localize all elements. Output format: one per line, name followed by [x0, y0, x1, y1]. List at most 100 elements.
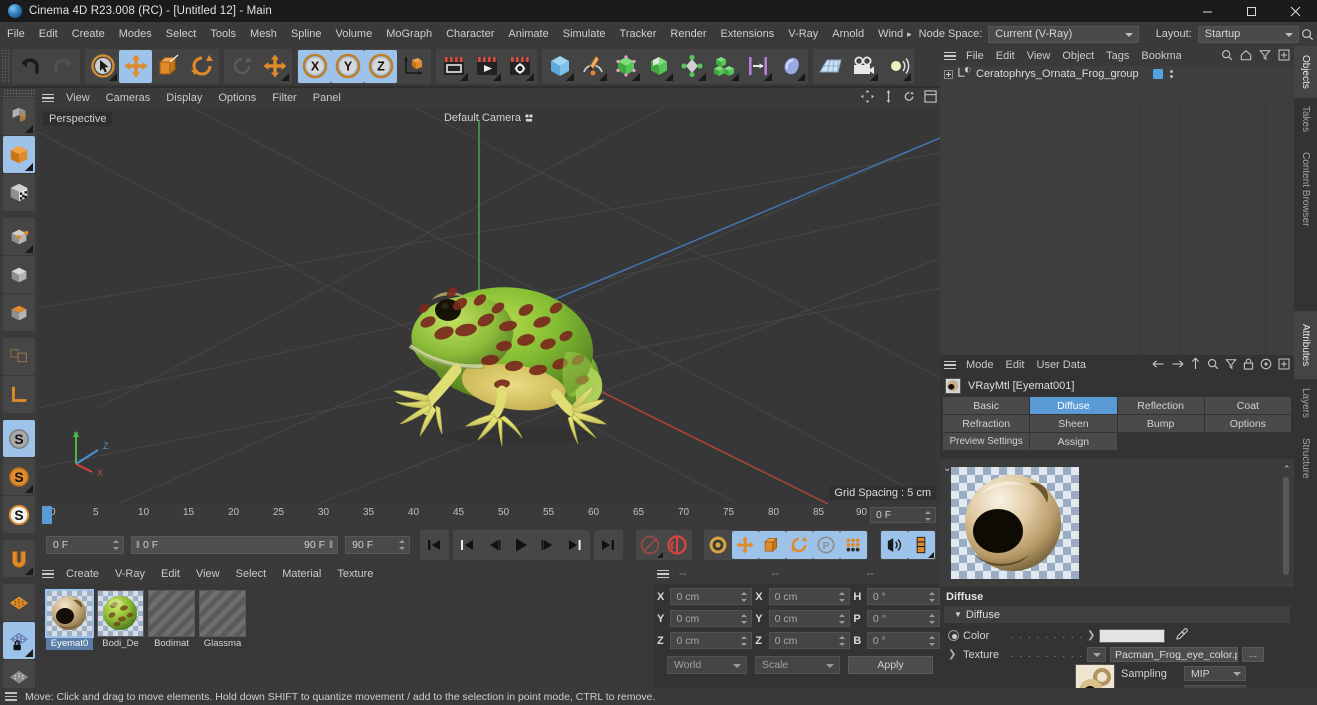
forward-arrow-icon[interactable]: [1171, 358, 1184, 373]
menu-tracker[interactable]: Tracker: [613, 22, 664, 46]
dynamic-place-tool[interactable]: [258, 50, 291, 83]
attr-menu-user-data[interactable]: User Data: [1031, 355, 1093, 375]
add-generator-button[interactable]: [609, 50, 642, 83]
material-preview-image[interactable]: [951, 467, 1079, 579]
record-active-objects-button[interactable]: [705, 531, 732, 559]
coordinate-system-select[interactable]: World: [667, 655, 747, 674]
vtab-objects[interactable]: Objects: [1294, 46, 1317, 98]
material-item-eyemat[interactable]: Eyemat0: [46, 590, 93, 650]
search-icon[interactable]: [1207, 358, 1219, 373]
coord-spinner[interactable]: [839, 635, 847, 647]
point-level-animation-button[interactable]: [839, 531, 867, 559]
coord-input-pos-y[interactable]: 0 cm: [670, 610, 753, 627]
render-settings-button[interactable]: [503, 50, 536, 83]
go-to-end-button[interactable]: [595, 531, 622, 559]
parameter-key-button[interactable]: P: [812, 531, 840, 559]
tab-preview-settings[interactable]: Preview Settings: [943, 433, 1030, 450]
material-item-glassma[interactable]: Glassma: [199, 590, 246, 650]
coord-spinner[interactable]: [929, 613, 937, 625]
tool-snap-magnet[interactable]: [3, 540, 35, 577]
tool-undo-view[interactable]: [3, 98, 35, 135]
object-manager-menu-icon[interactable]: [940, 51, 960, 61]
texture-browse-button[interactable]: ...: [1242, 647, 1264, 662]
add-icon[interactable]: [1278, 49, 1290, 64]
add-floor-button[interactable]: [814, 50, 847, 83]
material-menu-vray[interactable]: V-Ray: [107, 564, 153, 584]
object-menu-view[interactable]: View: [1021, 46, 1057, 66]
menu-file[interactable]: File: [0, 22, 32, 46]
tool-model-mode[interactable]: [3, 136, 35, 173]
texture-expand-arrow-icon[interactable]: ❯: [948, 649, 959, 660]
object-menu-bookmarks[interactable]: Bookmarks: [1135, 46, 1181, 66]
tool-texture-mode[interactable]: [3, 174, 35, 211]
current-frame-spinner[interactable]: [112, 539, 121, 551]
menu-volume[interactable]: Volume: [329, 22, 380, 46]
toolbar-grip[interactable]: [1, 49, 10, 83]
home-icon[interactable]: [1240, 49, 1252, 64]
tab-refraction[interactable]: Refraction: [943, 415, 1030, 432]
go-to-next-key-button[interactable]: [562, 531, 589, 559]
scrollbar-thumb[interactable]: [1283, 477, 1289, 575]
left-toolbar-grip[interactable]: [3, 89, 35, 97]
rotate-tool[interactable]: [185, 50, 218, 83]
close-button[interactable]: [1273, 0, 1317, 22]
position-key-button[interactable]: [731, 531, 759, 559]
render-to-picture-viewer-button[interactable]: [470, 50, 503, 83]
add-mograph-button[interactable]: [708, 50, 741, 83]
step-forward-button[interactable]: [535, 531, 562, 559]
rotate-disabled-tool[interactable]: [225, 50, 258, 83]
apply-button[interactable]: Apply: [848, 655, 933, 674]
end-frame-spinner[interactable]: [398, 539, 407, 551]
undo-button[interactable]: [13, 50, 46, 83]
eyedropper-icon[interactable]: [1175, 627, 1189, 644]
viewport-menu-display[interactable]: Display: [158, 88, 210, 108]
scroll-up-icon[interactable]: ⌃: [1283, 465, 1291, 474]
menu-animate[interactable]: Animate: [501, 22, 555, 46]
color-expand-arrow-icon[interactable]: ❯: [1087, 630, 1095, 641]
tab-diffuse[interactable]: Diffuse: [1030, 397, 1117, 414]
coord-input-pos-z[interactable]: 0 cm: [670, 632, 753, 649]
coord-spinner[interactable]: [839, 613, 847, 625]
menu-edit[interactable]: Edit: [32, 22, 65, 46]
menu-mograph[interactable]: MoGraph: [379, 22, 439, 46]
timeline-ticks[interactable]: 0 5 10 15 20 25 30 35 40 45 50 55 60 65 …: [42, 504, 867, 526]
tool-edge-mode[interactable]: [3, 256, 35, 293]
go-to-start-button[interactable]: [421, 531, 448, 559]
layout-select[interactable]: Startup: [1197, 25, 1299, 43]
tool-workplane-lock[interactable]: [3, 622, 35, 659]
status-menu-icon[interactable]: [5, 692, 17, 701]
coord-spinner[interactable]: [839, 591, 847, 603]
filter-icon[interactable]: [1259, 49, 1271, 64]
add-field-button[interactable]: [774, 50, 807, 83]
go-to-previous-key-button[interactable]: [454, 531, 481, 559]
tab-options[interactable]: Options: [1204, 415, 1291, 432]
viewport-menu-cameras[interactable]: Cameras: [98, 88, 159, 108]
world-object-coordinates-button[interactable]: [397, 50, 430, 83]
coord-spinner[interactable]: [929, 635, 937, 647]
menu-mesh[interactable]: Mesh: [243, 22, 284, 46]
tool-world-axis[interactable]: S: [3, 496, 35, 533]
coord-spinner[interactable]: [741, 591, 749, 603]
tool-axis-mode[interactable]: [3, 376, 35, 413]
tool-uv-mode[interactable]: [3, 338, 35, 375]
material-item-bodi-de[interactable]: Bodi_De: [97, 590, 144, 650]
live-selection-tool[interactable]: [86, 50, 119, 83]
coord-spinner[interactable]: [741, 635, 749, 647]
zoom-icon[interactable]: [882, 90, 895, 106]
range-end-grip[interactable]: ‖: [329, 540, 333, 551]
material-menu-view[interactable]: View: [188, 564, 228, 584]
menu-vray[interactable]: V-Ray: [781, 22, 825, 46]
search-icon[interactable]: [1221, 49, 1233, 64]
object-menu-edit[interactable]: Edit: [990, 46, 1021, 66]
material-menu-create[interactable]: Create: [58, 564, 107, 584]
tab-basic[interactable]: Basic: [943, 397, 1030, 414]
tab-reflection[interactable]: Reflection: [1117, 397, 1204, 414]
tool-polygon-mode[interactable]: [3, 294, 35, 331]
lock-y-axis-button[interactable]: Y: [331, 49, 364, 83]
add-camera-button[interactable]: [847, 50, 880, 83]
add-light-button[interactable]: [880, 50, 913, 83]
preview-scrollbar[interactable]: ⌃: [1283, 465, 1291, 579]
material-menu-select[interactable]: Select: [228, 564, 275, 584]
preview-range-bar[interactable]: ‖ 0 F 90 F ‖: [130, 536, 339, 554]
expand-icon[interactable]: [944, 69, 953, 79]
